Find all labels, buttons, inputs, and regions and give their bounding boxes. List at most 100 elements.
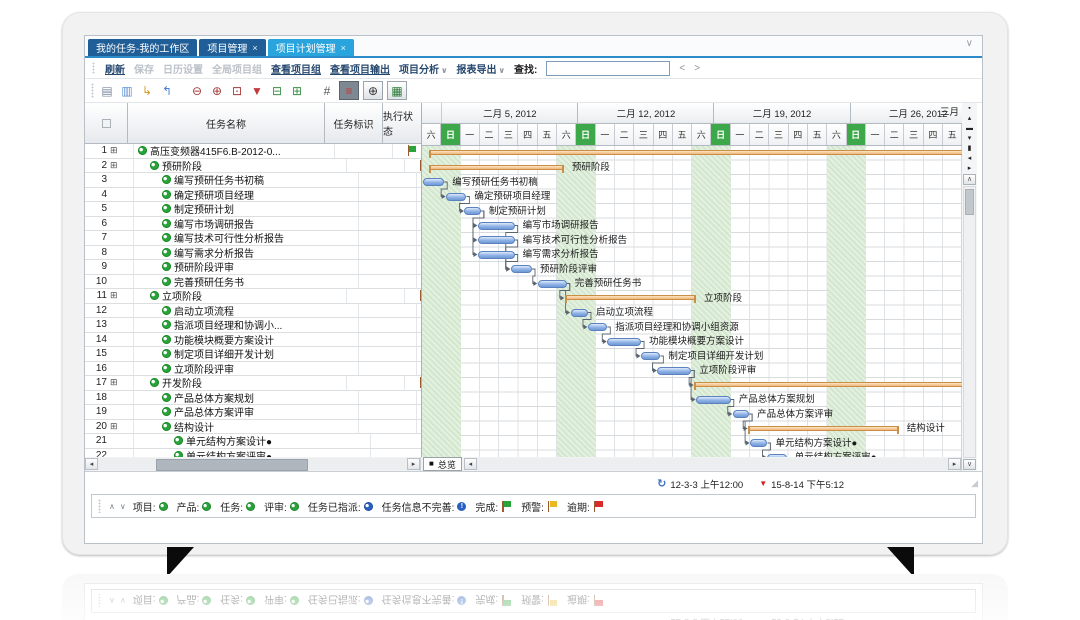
vscroll-up-icon[interactable]: ∧ <box>963 174 976 185</box>
table-hscroll-thumb[interactable] <box>156 459 308 471</box>
task-id-cell[interactable] <box>359 333 417 347</box>
task-exec-cell[interactable] <box>417 275 421 289</box>
task-bar[interactable] <box>571 309 588 317</box>
task-name-cell[interactable]: 制定项目详细开发计划 <box>134 347 359 361</box>
tab-item[interactable]: 我的任务-我的工作区 <box>88 39 197 56</box>
summary-bar[interactable] <box>565 295 696 300</box>
table-row[interactable]: 17⊞开发阶段 <box>85 376 421 391</box>
expander-icon[interactable]: ⊞ <box>110 291 118 300</box>
task-id-cell[interactable] <box>347 376 405 390</box>
task-id-cell[interactable] <box>359 405 417 419</box>
table-row[interactable]: 14功能模块概要方案设计 <box>85 333 421 348</box>
task-name-cell[interactable]: 单元结构方案设计● <box>134 434 371 448</box>
gantt-tool-icon[interactable]: ▬ <box>966 124 973 134</box>
table-row[interactable]: 9预研阶段评审 <box>85 260 421 275</box>
tab-item[interactable]: 项目管理× <box>199 39 265 56</box>
task-bar[interactable] <box>657 367 691 375</box>
column-header[interactable]: 执行状态 <box>383 103 422 144</box>
task-exec-cell[interactable] <box>405 159 421 173</box>
search-prev-icon[interactable]: < <box>679 63 685 74</box>
task-exec-cell[interactable] <box>417 260 421 274</box>
task-id-cell[interactable] <box>371 449 421 458</box>
task-name-cell[interactable]: 确定预研项目经理 <box>134 188 359 202</box>
task-name-cell[interactable]: 启动立项流程 <box>134 304 359 318</box>
filter-icon[interactable]: ▼ <box>249 83 265 99</box>
table-row[interactable]: 19产品总体方案评审 <box>85 405 421 420</box>
gantt-tool-icon[interactable]: ◂ <box>968 154 972 164</box>
task-name-cell[interactable]: 编写技术可行性分析报告 <box>134 231 359 245</box>
task-name-cell[interactable]: 高压变频器415F6.B-2012-0... <box>134 144 335 158</box>
gantt-scroll-right-icon[interactable]: ▸ <box>948 458 961 470</box>
gantt-hscroll-track[interactable] <box>477 458 948 470</box>
overview-chip[interactable]: ■ 总览 <box>423 457 462 471</box>
task-bar[interactable] <box>733 410 749 418</box>
table-row[interactable]: 13指派项目经理和协调小... <box>85 318 421 333</box>
task-name-cell[interactable]: 预研阶段评审 <box>134 260 359 274</box>
scroll-left-icon[interactable]: ◂ <box>85 458 98 470</box>
table-row[interactable]: 21单元结构方案设计● <box>85 434 421 449</box>
toolbar-drag-grip[interactable] <box>91 83 94 98</box>
table-row[interactable]: 5制定预研计划 <box>85 202 421 217</box>
task-id-cell[interactable] <box>359 231 417 245</box>
columns-icon[interactable]: # <box>319 83 335 99</box>
task-exec-cell[interactable] <box>417 246 421 260</box>
task-bar[interactable] <box>767 454 786 458</box>
task-exec-cell[interactable] <box>417 420 421 434</box>
task-bar[interactable] <box>464 207 480 215</box>
print-icon[interactable]: ▤ <box>99 83 115 99</box>
task-exec-cell[interactable] <box>405 376 421 390</box>
task-bar[interactable] <box>538 280 567 288</box>
task-id-cell[interactable] <box>359 318 417 332</box>
table-row[interactable]: 16立项阶段评审 <box>85 362 421 377</box>
task-name-cell[interactable]: 立项阶段评审 <box>134 362 359 376</box>
menu-link[interactable]: 查看项目组 <box>271 61 321 76</box>
task-exec-cell[interactable] <box>417 231 421 245</box>
print-preview-icon[interactable]: ▥ <box>119 83 135 99</box>
table-row[interactable]: 7编写技术可行性分析报告 <box>85 231 421 246</box>
table-row[interactable]: 18产品总体方案规划 <box>85 391 421 406</box>
task-id-cell[interactable] <box>359 217 417 231</box>
zoom-fit-icon[interactable]: ⊡ <box>229 83 245 99</box>
window-chevron-icon[interactable]: ∨ <box>966 38 973 49</box>
task-bar[interactable] <box>607 338 641 346</box>
task-id-cell[interactable] <box>347 289 405 303</box>
task-id-cell[interactable] <box>359 362 417 376</box>
table-row[interactable]: 20⊞结构设计 <box>85 420 421 435</box>
task-exec-cell[interactable] <box>417 391 421 405</box>
expander-icon[interactable]: ⊞ <box>110 161 118 170</box>
table-row[interactable]: 1⊞高压变频器415F6.B-2012-0... <box>85 144 421 159</box>
task-name-cell[interactable]: 制定预研计划 <box>134 202 359 216</box>
tab-close-icon[interactable]: × <box>341 43 346 53</box>
task-id-cell[interactable] <box>359 260 417 274</box>
menu-link[interactable]: 刷新 <box>105 61 125 76</box>
legend-drag-grip[interactable] <box>98 499 101 513</box>
task-name-cell[interactable]: 预研阶段 <box>134 159 347 173</box>
resize-grip-icon[interactable]: ◢ <box>971 478 978 489</box>
vscroll-down-icon[interactable]: ∨ <box>963 459 976 470</box>
task-name-cell[interactable]: 单元结构方案评审● <box>134 449 371 458</box>
task-name-cell[interactable]: 立项阶段 <box>134 289 347 303</box>
task-name-cell[interactable]: 开发阶段 <box>134 376 347 390</box>
task-exec-cell[interactable] <box>417 173 421 187</box>
task-exec-cell[interactable] <box>417 318 421 332</box>
task-bar[interactable] <box>588 323 607 331</box>
task-name-cell[interactable]: 完善预研任务书 <box>134 275 359 289</box>
task-bar[interactable] <box>641 352 660 360</box>
indent-task-icon[interactable]: ↳ <box>139 83 155 99</box>
task-id-cell[interactable] <box>359 304 417 318</box>
summary-bar[interactable] <box>429 165 564 170</box>
select-all-box[interactable] <box>102 119 111 128</box>
tab-close-icon[interactable]: × <box>252 43 257 53</box>
task-bar[interactable] <box>511 265 532 273</box>
task-bar[interactable] <box>478 251 515 259</box>
table-row[interactable]: 6编写市场调研报告 <box>85 217 421 232</box>
task-exec-cell[interactable] <box>417 188 421 202</box>
table-row[interactable]: 3编写预研任务书初稿 <box>85 173 421 188</box>
menu-link[interactable]: 项目分析∨ <box>399 61 448 76</box>
task-exec-cell[interactable] <box>417 405 421 419</box>
gantt-scroll-left-icon[interactable]: ◂ <box>464 458 477 470</box>
legend-expand-icon[interactable]: ∨ <box>120 502 126 511</box>
summary-bar[interactable] <box>429 150 962 155</box>
task-name-cell[interactable]: 产品总体方案评审 <box>134 405 359 419</box>
gantt-tool-icon[interactable]: ▮ <box>968 144 972 154</box>
